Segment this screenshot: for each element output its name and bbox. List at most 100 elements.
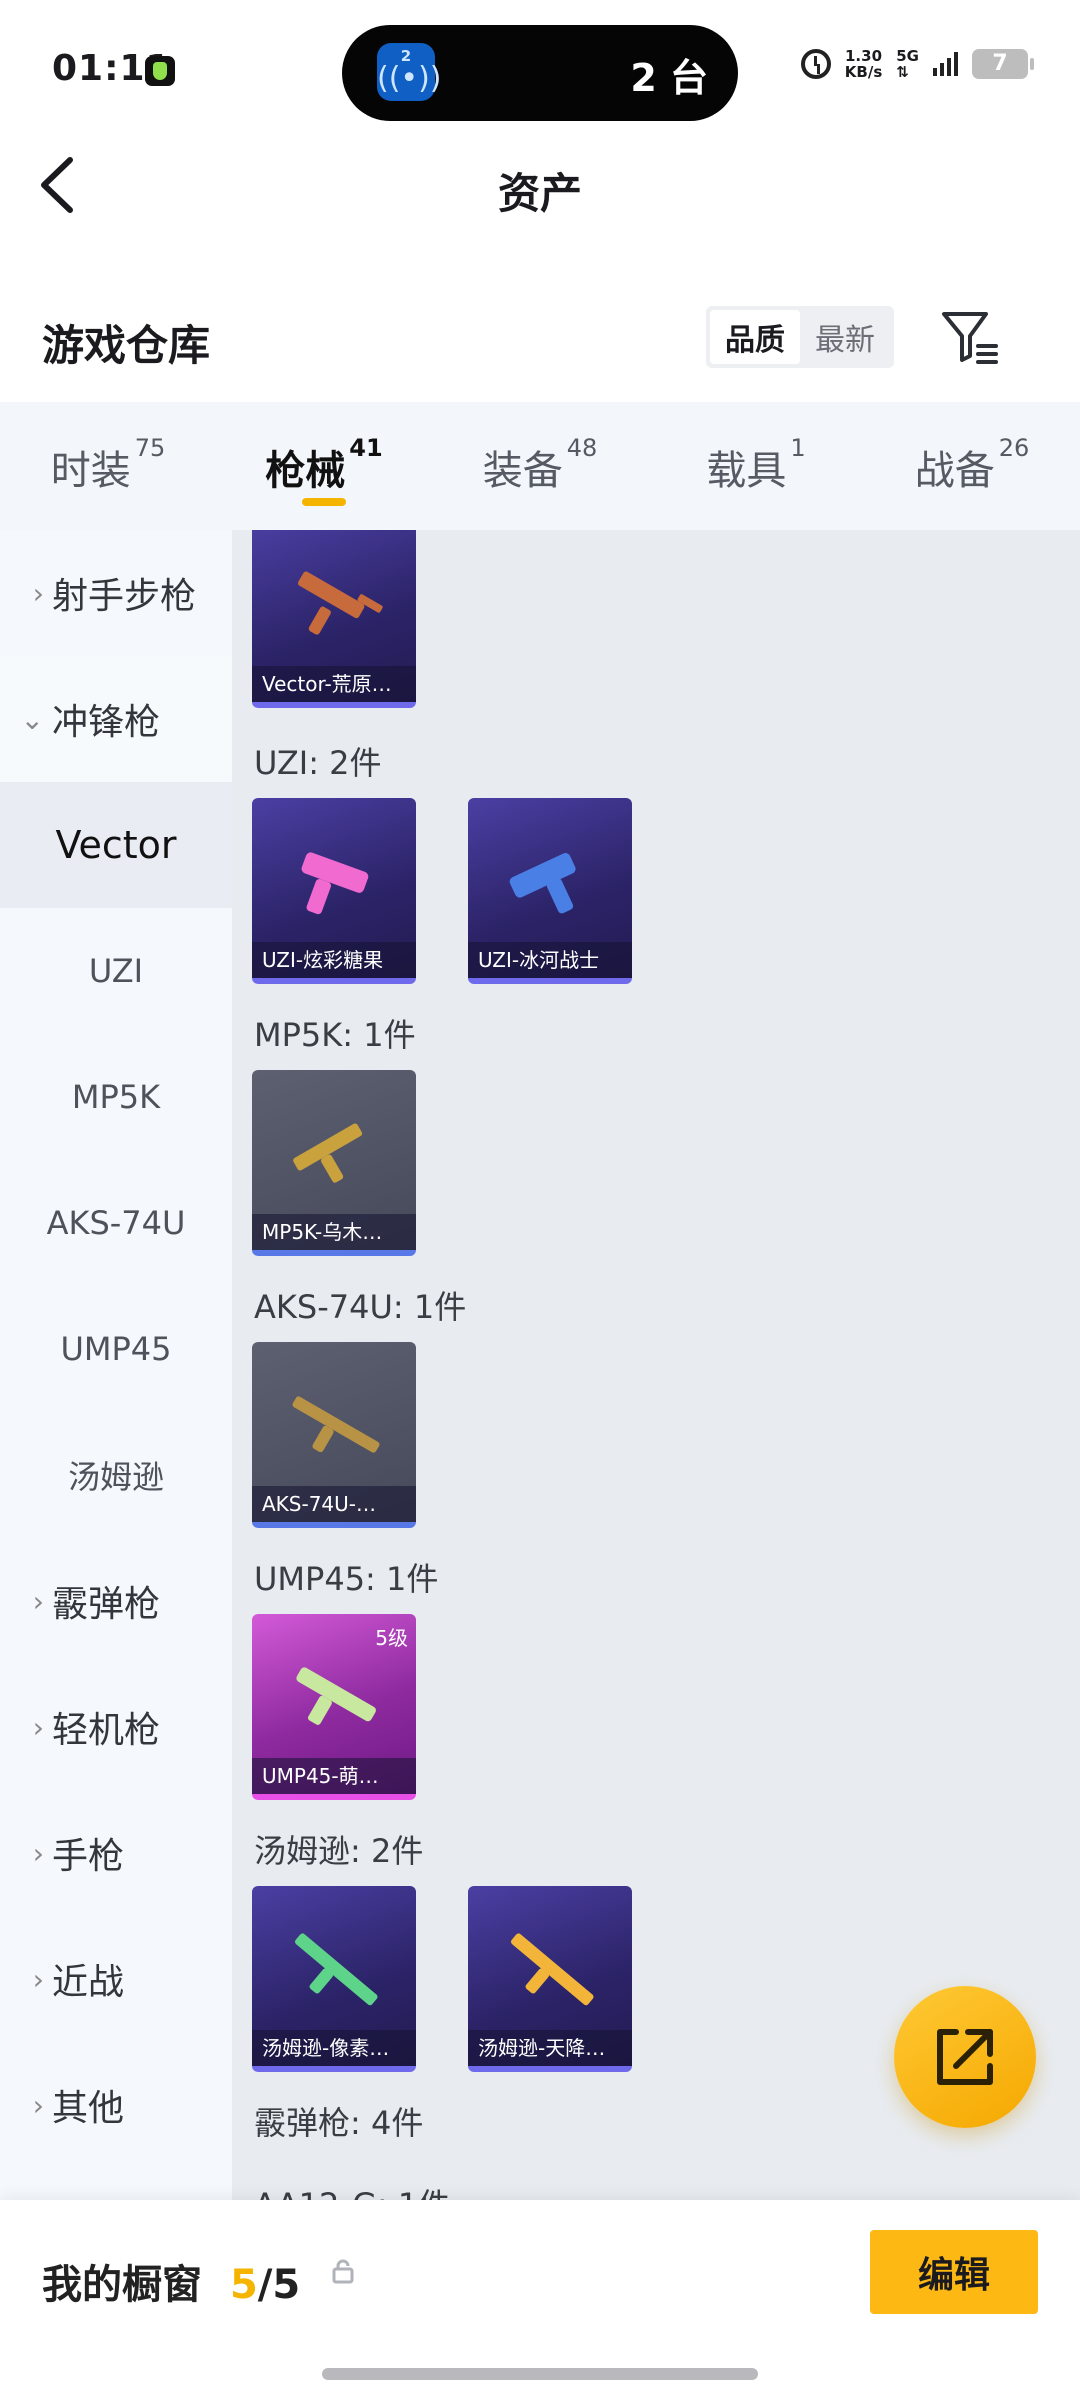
- tab-label: 时装: [50, 448, 131, 494]
- weapon-card-thompson-pixel[interactable]: 汤姆逊-像素…: [252, 1886, 416, 2072]
- tab-count: 75: [134, 434, 166, 462]
- sort-newest-button[interactable]: 最新: [800, 310, 890, 364]
- chevron-right-icon: ›: [32, 1962, 44, 1996]
- sidebar-item-shotgun[interactable]: › 霰弹枪: [0, 1538, 232, 1664]
- weapon-card-ump45[interactable]: 5级 UMP45-萌…: [252, 1614, 416, 1800]
- tab-label: 装备: [482, 448, 563, 494]
- weapon-card-vector[interactable]: Vector-荒原…: [252, 530, 416, 708]
- section-aks-count: AKS-74U: 1件: [254, 1288, 467, 1326]
- showcase-bar: 我的橱窗 5/5 编辑: [0, 2200, 1080, 2400]
- section-uzi-count: UZI: 2件: [254, 744, 382, 782]
- section-thompson-count: 汤姆逊: 2件: [254, 1832, 424, 1870]
- chevron-right-icon: ›: [32, 2088, 44, 2122]
- weapon-card-caption: UZI-冰河战士: [468, 942, 632, 978]
- network-type: 5G ⇅: [896, 48, 919, 80]
- chevron-right-icon: ›: [32, 576, 44, 610]
- sidebar-item-smg[interactable]: ⌄ 冲锋枪: [0, 656, 232, 782]
- gun-image-icon: [296, 1667, 376, 1725]
- home-indicator[interactable]: [322, 2368, 758, 2380]
- showcase-title: 我的橱窗: [42, 2262, 202, 2308]
- chevron-right-icon: ›: [32, 1584, 44, 1618]
- music-app-icon: [145, 56, 175, 86]
- tab-combat-gear[interactable]: 战备 26: [864, 402, 1080, 530]
- tab-count: 48: [566, 434, 598, 462]
- tab-label: 枪械: [265, 448, 346, 494]
- lock-icon: [330, 2258, 356, 2284]
- section-shotgun-count: 霰弹枪: 4件: [254, 2104, 424, 2142]
- dynamic-island[interactable]: 2 ((•)) 2 台: [342, 25, 738, 121]
- sidebar-item-marksman-rifle[interactable]: › 射手步枪: [0, 530, 232, 656]
- weapon-card-aks74u[interactable]: AKS-74U-…: [252, 1342, 416, 1528]
- sort-quality-button[interactable]: 品质: [710, 310, 800, 364]
- sidebar-item-label: 冲锋枪: [52, 702, 161, 743]
- sidebar-subitem-thompson[interactable]: 汤姆逊: [0, 1412, 232, 1538]
- tab-label: 战备: [914, 448, 995, 494]
- island-text: 2 台: [630, 56, 708, 100]
- sidebar-subitem-uzi[interactable]: UZI: [0, 908, 232, 1034]
- showcase-used-count: 5: [229, 2262, 258, 2308]
- chevron-down-icon: ⌄: [20, 702, 44, 736]
- tab-count: 41: [349, 434, 383, 462]
- weapon-card-caption: 汤姆逊-像素…: [252, 2030, 416, 2066]
- weapon-card-caption: Vector-荒原…: [252, 666, 416, 702]
- section-mp5k-count: MP5K: 1件: [254, 1016, 416, 1054]
- warehouse-title: 游戏仓库: [42, 321, 211, 370]
- sidebar-subitem-aks74u[interactable]: AKS-74U: [0, 1160, 232, 1286]
- sidebar-subitem-vector[interactable]: Vector: [0, 782, 232, 908]
- gun-image-icon: [294, 1933, 378, 2006]
- tab-fashion[interactable]: 时装 75: [0, 402, 216, 530]
- sidebar-subitem-mp5k[interactable]: MP5K: [0, 1034, 232, 1160]
- broadcast-icon: 2 ((•)): [377, 43, 442, 101]
- share-icon: [937, 2029, 993, 2085]
- sidebar-item-label: 霰弹枪: [52, 1584, 161, 1625]
- weapon-card-uzi-glacier[interactable]: UZI-冰河战士: [468, 798, 632, 984]
- showcase-label: 我的橱窗 5/5: [42, 2252, 300, 2310]
- sidebar-item-melee[interactable]: › 近战: [0, 1916, 232, 2042]
- sidebar-item-label: 射手步枪: [52, 576, 197, 617]
- edit-button[interactable]: 编辑: [870, 2230, 1038, 2314]
- section-ump-count: UMP45: 1件: [254, 1560, 439, 1598]
- sidebar-item-label: 轻机枪: [52, 1710, 161, 1751]
- tab-equipment[interactable]: 装备 48: [432, 402, 648, 530]
- data-arrows-icon: ⇅: [896, 63, 909, 81]
- weapon-card-caption: 汤姆逊-天降…: [468, 2030, 632, 2066]
- weapon-card-thompson-skyfall[interactable]: 汤姆逊-天降…: [468, 1886, 632, 2072]
- sidebar-item-other[interactable]: › 其他: [0, 2042, 232, 2168]
- speed-value: 1.30: [845, 47, 883, 65]
- weapon-list: Vector-荒原… UZI: 2件 UZI-炫彩糖果 UZI-冰河战士 MP5…: [232, 530, 1080, 2200]
- speed-unit: KB/s: [844, 63, 883, 81]
- network-label: 5G: [896, 47, 919, 65]
- status-indicators: 1.30 KB/s 5G ⇅ 7: [800, 47, 1034, 81]
- page-title: 资产: [497, 169, 582, 218]
- chevron-right-icon: ›: [32, 1710, 44, 1744]
- weapon-type-sidebar: › 射手步枪 ⌄ 冲锋枪 Vector UZI MP5K AKS-74U UMP45…: [0, 530, 232, 2200]
- weapon-card-caption: AKS-74U-…: [252, 1486, 416, 1522]
- weapon-card-caption: MP5K-乌木…: [252, 1214, 416, 1250]
- section-aa12-count: AA12-G: 1件: [254, 2180, 450, 2200]
- gun-image-icon: [509, 853, 576, 914]
- tab-vehicles[interactable]: 载具 1: [648, 402, 864, 530]
- share-button[interactable]: [894, 1986, 1036, 2128]
- showcase-total-count: /5: [257, 2262, 301, 2308]
- sidebar-item-label: 近战: [52, 1962, 125, 2003]
- weapon-card-mp5k[interactable]: MP5K-乌木…: [252, 1070, 416, 1256]
- gun-image-icon: [510, 1933, 594, 2006]
- sidebar-item-lmg[interactable]: › 轻机枪: [0, 1664, 232, 1790]
- filter-button[interactable]: [936, 304, 1002, 370]
- tab-count: 1: [790, 434, 806, 462]
- tab-firearms[interactable]: 枪械 41: [216, 402, 432, 530]
- sort-toggle: 品质 最新: [706, 306, 894, 368]
- sidebar-item-pistol[interactable]: › 手枪: [0, 1790, 232, 1916]
- battery-icon: 7: [972, 49, 1034, 79]
- sidebar-item-label: 手枪: [52, 1836, 125, 1877]
- gun-image-icon: [292, 1396, 380, 1453]
- alarm-icon: [800, 49, 831, 79]
- battery-level: 7: [992, 51, 1008, 76]
- chevron-right-icon: ›: [32, 1836, 44, 1870]
- filter-icon: [942, 312, 998, 364]
- sidebar-subitem-ump45[interactable]: UMP45: [0, 1286, 232, 1412]
- gun-image-icon: [301, 852, 369, 915]
- sidebar-item-label: 其他: [52, 2088, 125, 2129]
- gun-image-icon: [293, 1123, 363, 1183]
- weapon-card-uzi-candy[interactable]: UZI-炫彩糖果: [252, 798, 416, 984]
